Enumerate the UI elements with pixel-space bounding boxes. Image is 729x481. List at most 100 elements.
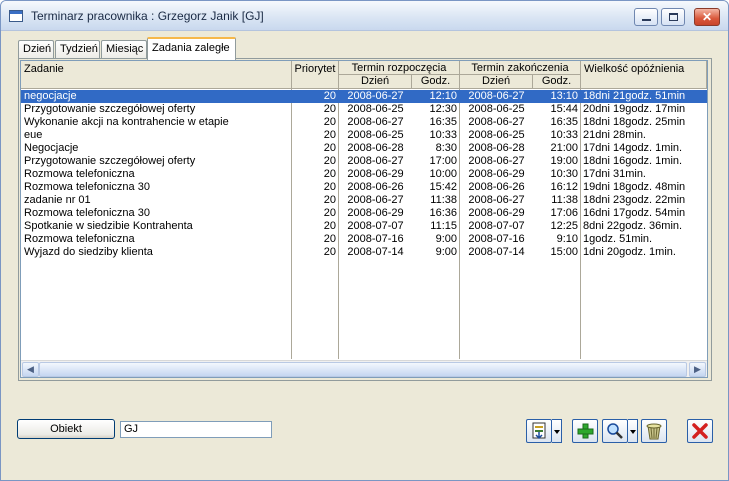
table-row[interactable]: Wyjazd do siedziby klienta 20 2008-07-14 9:… [21, 246, 707, 259]
table-row[interactable]: eue 20 2008-06-25 10:33 2008-06-25 10:33 21dni… [21, 129, 707, 142]
add-button[interactable] [572, 419, 598, 443]
minimize-button[interactable] [634, 8, 658, 26]
table-row[interactable]: zadanie nr 01 20 2008-06-27 11:38 2008-06-27… [21, 194, 707, 207]
cell-end-dzien: 2008-07-14 [468, 246, 525, 258]
table-row[interactable]: Rozmowa telefoniczna 20 2008-06-29 10:00 200… [21, 168, 707, 181]
scroll-right-button[interactable]: ▶ [689, 362, 706, 377]
cell-end-godz: 10:30 [550, 168, 578, 180]
overdue-tasks-grid[interactable]: Zadanie Priorytet Termin rozpoczęcia Dzi… [20, 60, 708, 378]
cell-priorytet: 20 [323, 194, 336, 206]
table-row[interactable]: negocjacje 20 2008-06-27 12:10 2008-06-27 13:… [21, 90, 707, 103]
table-row[interactable]: Rozmowa telefoniczna 30 20 2008-06-29 16:36… [21, 207, 707, 220]
delete-to-bin-button[interactable] [641, 419, 667, 443]
cell-end-dzien: 2008-06-29 [468, 168, 525, 180]
tab-tydzien[interactable]: Tydzień [55, 40, 100, 59]
cell-opoznienie: 21dni 28min. [583, 129, 646, 141]
cell-start-godz: 16:36 [429, 207, 457, 219]
maximize-icon [669, 13, 678, 21]
cell-opoznienie: 18dni 18godz. 25min [583, 116, 686, 128]
scrollbar-thumb[interactable] [39, 362, 687, 377]
cell-end-godz: 11:38 [551, 194, 578, 206]
table-row[interactable]: Przygotowanie szczegółowej oferty 20 2008-… [21, 103, 707, 116]
cell-start-dzien: 2008-07-07 [347, 220, 404, 232]
cell-end-dzien: 2008-06-27 [468, 90, 525, 102]
table-row[interactable]: Przygotowanie szczegółowej oferty 20 2008-… [21, 155, 707, 168]
tab-miesiac[interactable]: Miesiąc [101, 40, 147, 59]
cell-end-dzien: 2008-06-28 [468, 142, 525, 154]
cell-zadanie: Wyjazd do siedziby klienta [24, 246, 153, 258]
cell-end-dzien: 2008-06-27 [468, 116, 525, 128]
cell-start-godz: 8:30 [435, 142, 457, 154]
tab-zadania-zalegle[interactable]: Zadania zaległe [147, 37, 236, 60]
cell-start-dzien: 2008-07-16 [347, 233, 404, 245]
cell-opoznienie: 1godz. 51min. [583, 233, 653, 245]
cell-end-godz: 13:10 [550, 90, 578, 102]
close-window-button[interactable]: ✕ [694, 8, 720, 26]
export-document-icon [532, 422, 546, 440]
header-wielkosc-opoznienia[interactable]: Wielkość opóźnienia [581, 61, 707, 89]
cell-zadanie: Rozmowa telefoniczna [24, 168, 135, 180]
cell-end-godz: 9:10 [556, 233, 578, 245]
table-row[interactable]: Rozmowa telefoniczna 30 20 2008-06-26 15:42… [21, 181, 707, 194]
horizontal-scrollbar[interactable]: ◀ ▶ [21, 360, 707, 377]
header-start-godz[interactable]: Godz. [412, 75, 460, 89]
cell-end-dzien: 2008-06-29 [468, 207, 525, 219]
header-zadanie[interactable]: Zadanie [21, 61, 292, 89]
title-bar[interactable]: Terminarz pracownika : Grzegorz Janik [G… [1, 1, 728, 31]
cell-end-dzien: 2008-06-26 [468, 181, 525, 193]
cell-zadanie: Rozmowa telefoniczna 30 [24, 207, 150, 219]
table-row[interactable]: Rozmowa telefoniczna 20 2008-07-16 9:00 2008… [21, 233, 707, 246]
table-row[interactable]: Wykonanie akcji na kontrahencie w etapie… [21, 116, 707, 129]
cell-priorytet: 20 [323, 220, 336, 232]
table-row[interactable]: Negocjacje 20 2008-06-28 8:30 2008-06-28 21:0… [21, 142, 707, 155]
cell-priorytet: 20 [323, 233, 336, 245]
export-dropdown[interactable] [552, 419, 562, 443]
header-termin-zakonczenia[interactable]: Termin zakończenia [460, 61, 581, 75]
cell-start-dzien: 2008-07-14 [347, 246, 404, 258]
magnifier-icon [607, 423, 623, 439]
cell-priorytet: 20 [323, 129, 336, 141]
cell-end-dzien: 2008-06-27 [468, 155, 525, 167]
cell-priorytet: 20 [323, 168, 336, 180]
cell-zadanie: Przygotowanie szczegółowej oferty [24, 155, 196, 167]
cell-start-godz: 12:30 [429, 103, 457, 115]
cell-start-godz: 16:35 [429, 116, 457, 128]
maximize-button[interactable] [661, 8, 685, 26]
cell-zadanie: Rozmowa telefoniczna 30 [24, 181, 150, 193]
header-start-dzien[interactable]: Dzień [339, 75, 412, 89]
table-row[interactable]: Spotkanie w siedzibie Kontrahenta 20 2008-… [21, 220, 707, 233]
header-end-dzien[interactable]: Dzień [460, 75, 533, 89]
cell-opoznienie: 8dni 22godz. 36min. [583, 220, 683, 232]
red-x-icon [692, 423, 708, 439]
cell-end-dzien: 2008-07-16 [468, 233, 525, 245]
scroll-left-button[interactable]: ◀ [22, 362, 39, 377]
cell-end-godz: 16:35 [550, 116, 578, 128]
cell-start-dzien: 2008-06-27 [347, 155, 404, 167]
header-end-godz[interactable]: Godz. [533, 75, 581, 89]
obiekt-button[interactable]: Obiekt [17, 419, 115, 439]
cell-zadanie: Spotkanie w siedzibie Kontrahenta [24, 220, 193, 232]
trash-bin-icon [646, 423, 662, 440]
close-icon: ✕ [701, 10, 713, 24]
header-priorytet[interactable]: Priorytet [292, 61, 339, 89]
cell-opoznienie: 16dni 17godz. 54min [583, 207, 686, 219]
cell-start-godz: 15:42 [429, 181, 457, 193]
cell-end-dzien: 2008-06-25 [468, 103, 525, 115]
header-termin-rozpoczecia[interactable]: Termin rozpoczęcia [339, 61, 460, 75]
app-window: Terminarz pracownika : Grzegorz Janik [G… [0, 0, 729, 481]
window-title: Terminarz pracownika : Grzegorz Janik [G… [31, 9, 264, 23]
cell-end-dzien: 2008-07-07 [468, 220, 525, 232]
cell-opoznienie: 1dni 20godz. 1min. [583, 246, 676, 258]
search-dropdown[interactable] [628, 419, 638, 443]
search-button[interactable] [602, 419, 628, 443]
cell-start-godz: 9:00 [435, 246, 457, 258]
cancel-button[interactable] [687, 419, 713, 443]
obiekt-field[interactable]: GJ [120, 421, 272, 438]
export-button[interactable] [526, 419, 552, 443]
cell-end-godz: 19:00 [550, 155, 578, 167]
cell-priorytet: 20 [323, 142, 336, 154]
cell-start-godz: 10:33 [429, 129, 457, 141]
cell-start-godz: 12:10 [429, 90, 457, 102]
tab-dzien[interactable]: Dzień [18, 40, 54, 59]
cell-end-godz: 15:44 [550, 103, 578, 115]
